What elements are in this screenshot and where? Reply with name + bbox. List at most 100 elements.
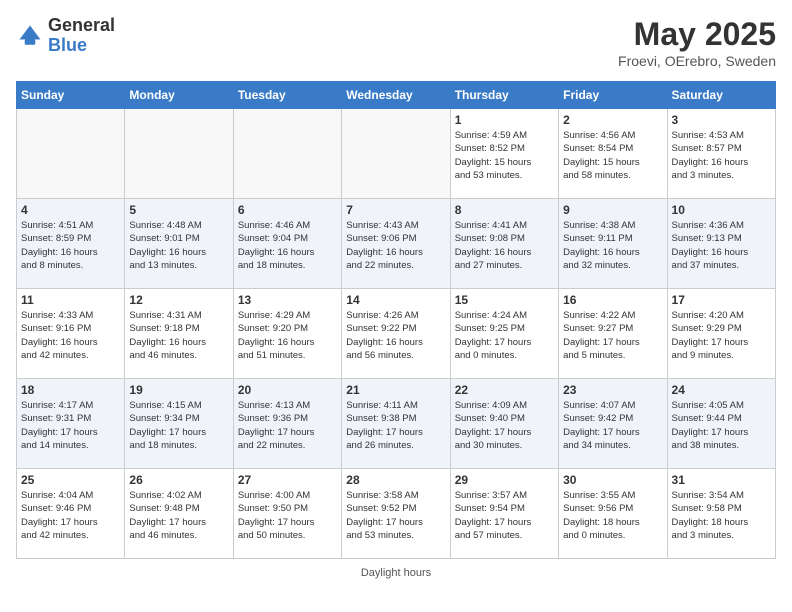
- day-info: Sunrise: 3:57 AM Sunset: 9:54 PM Dayligh…: [455, 489, 554, 542]
- calendar-cell: 28 Sunrise: 3:58 AM Sunset: 9:52 PM Dayli…: [342, 469, 450, 559]
- header-friday: Friday: [559, 82, 667, 109]
- day-number: 12: [129, 293, 228, 307]
- day-info: Sunrise: 4:04 AM Sunset: 9:46 PM Dayligh…: [21, 489, 120, 542]
- calendar-cell: 21 Sunrise: 4:11 AM Sunset: 9:38 PM Dayli…: [342, 379, 450, 469]
- calendar-cell: [17, 109, 125, 199]
- day-number: 26: [129, 473, 228, 487]
- day-info: Sunrise: 4:41 AM Sunset: 9:08 PM Dayligh…: [455, 219, 554, 272]
- calendar-cell: 5 Sunrise: 4:48 AM Sunset: 9:01 PM Daylig…: [125, 199, 233, 289]
- day-number: 2: [563, 113, 662, 127]
- day-info: Sunrise: 4:24 AM Sunset: 9:25 PM Dayligh…: [455, 309, 554, 362]
- calendar-cell: 24Sunrise: 4:05 AM Sunset: 9:44 PM Dayli…: [667, 379, 775, 469]
- day-info: Sunrise: 4:53 AM Sunset: 8:57 PM Dayligh…: [672, 129, 771, 182]
- calendar-cell: 26 Sunrise: 4:02 AM Sunset: 9:48 PM Dayli…: [125, 469, 233, 559]
- day-info: Sunrise: 4:17 AM Sunset: 9:31 PM Dayligh…: [21, 399, 120, 452]
- day-number: 27: [238, 473, 337, 487]
- day-number: 19: [129, 383, 228, 397]
- day-number: 23: [563, 383, 662, 397]
- title-block: May 2025 Froevi, OErebro, Sweden: [618, 16, 776, 69]
- calendar-week-row: 25Sunrise: 4:04 AM Sunset: 9:46 PM Dayli…: [17, 469, 776, 559]
- day-number: 24: [672, 383, 771, 397]
- day-number: 14: [346, 293, 445, 307]
- day-info: Sunrise: 4:00 AM Sunset: 9:50 PM Dayligh…: [238, 489, 337, 542]
- header-tuesday: Tuesday: [233, 82, 341, 109]
- calendar-header: Sunday Monday Tuesday Wednesday Thursday…: [17, 82, 776, 109]
- calendar-cell: 9Sunrise: 4:38 AM Sunset: 9:11 PM Daylig…: [559, 199, 667, 289]
- calendar-cell: 3 Sunrise: 4:53 AM Sunset: 8:57 PM Daylig…: [667, 109, 775, 199]
- day-number: 16: [563, 293, 662, 307]
- day-info: Sunrise: 4:29 AM Sunset: 9:20 PM Dayligh…: [238, 309, 337, 362]
- calendar-cell: 19 Sunrise: 4:15 AM Sunset: 9:34 PM Dayli…: [125, 379, 233, 469]
- day-info: Sunrise: 4:43 AM Sunset: 9:06 PM Dayligh…: [346, 219, 445, 272]
- day-number: 18: [21, 383, 120, 397]
- calendar-cell: 10Sunrise: 4:36 AM Sunset: 9:13 PM Dayli…: [667, 199, 775, 289]
- calendar-week-row: 4Sunrise: 4:51 AM Sunset: 8:59 PM Daylig…: [17, 199, 776, 289]
- calendar-cell: 2 Sunrise: 4:56 AM Sunset: 8:54 PM Daylig…: [559, 109, 667, 199]
- day-info: Sunrise: 3:55 AM Sunset: 9:56 PM Dayligh…: [563, 489, 662, 542]
- calendar-cell: 4Sunrise: 4:51 AM Sunset: 8:59 PM Daylig…: [17, 199, 125, 289]
- day-info: Sunrise: 4:36 AM Sunset: 9:13 PM Dayligh…: [672, 219, 771, 272]
- calendar-week-row: 1Sunrise: 4:59 AM Sunset: 8:52 PM Daylig…: [17, 109, 776, 199]
- calendar-cell: 13 Sunrise: 4:29 AM Sunset: 9:20 PM Dayli…: [233, 289, 341, 379]
- calendar-table: Sunday Monday Tuesday Wednesday Thursday…: [16, 81, 776, 559]
- day-number: 5: [129, 203, 228, 217]
- calendar-cell: 7 Sunrise: 4:43 AM Sunset: 9:06 PM Daylig…: [342, 199, 450, 289]
- day-info: Sunrise: 3:58 AM Sunset: 9:52 PM Dayligh…: [346, 489, 445, 542]
- calendar-cell: 23 Sunrise: 4:07 AM Sunset: 9:42 PM Dayli…: [559, 379, 667, 469]
- day-number: 21: [346, 383, 445, 397]
- day-info: Sunrise: 4:15 AM Sunset: 9:34 PM Dayligh…: [129, 399, 228, 452]
- header-monday: Monday: [125, 82, 233, 109]
- day-number: 28: [346, 473, 445, 487]
- day-info: Sunrise: 4:46 AM Sunset: 9:04 PM Dayligh…: [238, 219, 337, 272]
- day-number: 3: [672, 113, 771, 127]
- logo-blue: Blue: [48, 35, 87, 55]
- day-info: Sunrise: 4:11 AM Sunset: 9:38 PM Dayligh…: [346, 399, 445, 452]
- day-info: Sunrise: 4:02 AM Sunset: 9:48 PM Dayligh…: [129, 489, 228, 542]
- header-saturday: Saturday: [667, 82, 775, 109]
- day-number: 20: [238, 383, 337, 397]
- day-number: 6: [238, 203, 337, 217]
- calendar-cell: 1Sunrise: 4:59 AM Sunset: 8:52 PM Daylig…: [450, 109, 558, 199]
- calendar-cell: 31 Sunrise: 3:54 AM Sunset: 9:58 PM Dayli…: [667, 469, 775, 559]
- daylight-label: Daylight hours: [361, 567, 431, 579]
- calendar-cell: 14 Sunrise: 4:26 AM Sunset: 9:22 PM Dayli…: [342, 289, 450, 379]
- day-number: 30: [563, 473, 662, 487]
- day-number: 15: [455, 293, 554, 307]
- calendar-cell: [342, 109, 450, 199]
- day-info: Sunrise: 4:51 AM Sunset: 8:59 PM Dayligh…: [21, 219, 120, 272]
- day-number: 22: [455, 383, 554, 397]
- logo-text: General Blue: [48, 16, 115, 56]
- day-number: 8: [455, 203, 554, 217]
- day-info: Sunrise: 4:59 AM Sunset: 8:52 PM Dayligh…: [455, 129, 554, 182]
- day-info: Sunrise: 3:54 AM Sunset: 9:58 PM Dayligh…: [672, 489, 771, 542]
- day-info: Sunrise: 4:38 AM Sunset: 9:11 PM Dayligh…: [563, 219, 662, 272]
- day-info: Sunrise: 4:56 AM Sunset: 8:54 PM Dayligh…: [563, 129, 662, 182]
- calendar-cell: 8 Sunrise: 4:41 AM Sunset: 9:08 PM Daylig…: [450, 199, 558, 289]
- day-info: Sunrise: 4:48 AM Sunset: 9:01 PM Dayligh…: [129, 219, 228, 272]
- calendar-cell: 29 Sunrise: 3:57 AM Sunset: 9:54 PM Dayli…: [450, 469, 558, 559]
- day-number: 7: [346, 203, 445, 217]
- calendar-cell: 16 Sunrise: 4:22 AM Sunset: 9:27 PM Dayli…: [559, 289, 667, 379]
- header-sunday: Sunday: [17, 82, 125, 109]
- logo-general: General: [48, 15, 115, 35]
- calendar-cell: 25Sunrise: 4:04 AM Sunset: 9:46 PM Dayli…: [17, 469, 125, 559]
- day-info: Sunrise: 4:31 AM Sunset: 9:18 PM Dayligh…: [129, 309, 228, 362]
- day-number: 11: [21, 293, 120, 307]
- day-info: Sunrise: 4:07 AM Sunset: 9:42 PM Dayligh…: [563, 399, 662, 452]
- day-info: Sunrise: 4:26 AM Sunset: 9:22 PM Dayligh…: [346, 309, 445, 362]
- calendar-week-row: 18 Sunrise: 4:17 AM Sunset: 9:31 PM Dayli…: [17, 379, 776, 469]
- day-number: 29: [455, 473, 554, 487]
- day-number: 17: [672, 293, 771, 307]
- calendar-cell: [125, 109, 233, 199]
- calendar-cell: 15 Sunrise: 4:24 AM Sunset: 9:25 PM Dayli…: [450, 289, 558, 379]
- day-number: 13: [238, 293, 337, 307]
- day-info: Sunrise: 4:33 AM Sunset: 9:16 PM Dayligh…: [21, 309, 120, 362]
- header-row: Sunday Monday Tuesday Wednesday Thursday…: [17, 82, 776, 109]
- calendar-cell: [233, 109, 341, 199]
- page-header: General Blue May 2025 Froevi, OErebro, S…: [16, 16, 776, 69]
- day-number: 31: [672, 473, 771, 487]
- page-subtitle: Froevi, OErebro, Sweden: [618, 53, 776, 69]
- footer: Daylight hours: [16, 567, 776, 579]
- day-info: Sunrise: 4:22 AM Sunset: 9:27 PM Dayligh…: [563, 309, 662, 362]
- calendar-cell: 17Sunrise: 4:20 AM Sunset: 9:29 PM Dayli…: [667, 289, 775, 379]
